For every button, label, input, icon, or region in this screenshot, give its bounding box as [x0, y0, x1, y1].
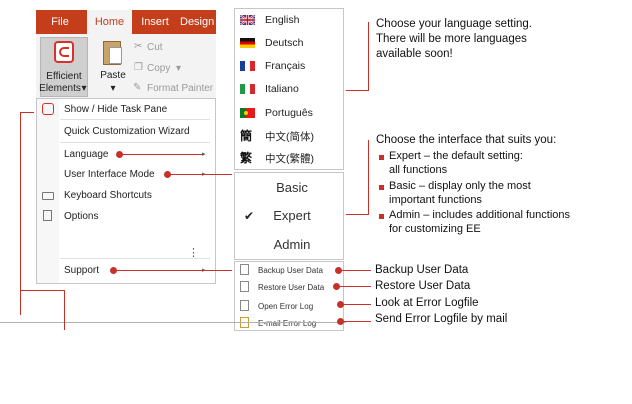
mode-option-basic[interactable]: Basic	[240, 180, 344, 195]
callout-line	[20, 290, 65, 291]
format-painter-button[interactable]: Format Painter	[147, 83, 217, 94]
support-annotation-email: Send Error Logfile by mail	[375, 313, 508, 325]
callout-line	[343, 304, 371, 305]
mode-option-expert[interactable]: Expert	[240, 208, 344, 223]
cut-button[interactable]: Cut	[147, 42, 163, 53]
menu-separator	[60, 119, 210, 120]
format-painter-icon: ✎	[133, 82, 142, 93]
bullet-icon	[379, 214, 384, 219]
support-option-restore[interactable]: Restore User Data	[258, 283, 324, 292]
tab-home[interactable]: Home	[87, 10, 132, 36]
language-option-chinese-traditional[interactable]: 中文(繁體)	[265, 151, 314, 166]
mode-annotation-expert-1: Expert – the default setting:	[389, 150, 523, 162]
ee-button-label-1: Efficient	[46, 71, 82, 82]
mode-annotation-admin-1: Admin – includes additional functions	[389, 209, 571, 221]
italy-flag-icon	[240, 84, 255, 94]
language-option-deutsch[interactable]: Deutsch	[265, 37, 304, 49]
callout-line	[368, 140, 369, 215]
support-annotation-restore: Restore User Data	[375, 280, 471, 292]
mode-annotation-basic-1: Basic – display only the most	[389, 180, 531, 192]
traditional-chinese-icon: 繁	[240, 151, 253, 165]
mode-annotation-admin-2: for customizing EE	[389, 223, 481, 235]
mode-annotation-expert-2: all functions	[389, 164, 448, 176]
bullet-icon	[379, 155, 384, 160]
paste-chevron-icon[interactable]: ▾	[108, 83, 118, 94]
callout-line	[170, 174, 232, 175]
menu-icon-strip	[37, 99, 59, 283]
language-option-english[interactable]: English	[265, 14, 299, 26]
scissors-icon: ✂	[134, 41, 143, 52]
support-option-email-error-log[interactable]: E-mail Error Log	[258, 319, 316, 328]
menu-item-show-hide-task-pane[interactable]: Show / Hide Task Pane	[64, 104, 167, 115]
callout-line	[341, 270, 371, 271]
backup-icon	[240, 264, 249, 275]
options-icon	[43, 210, 52, 221]
mode-annotation-title: Choose the interface that suits you:	[376, 134, 557, 146]
menu-separator	[60, 142, 210, 143]
callout-line	[64, 290, 65, 330]
copy-icon: ❐	[134, 62, 143, 73]
menu-item-language[interactable]: Language	[64, 149, 109, 160]
language-option-portugues[interactable]: Português	[265, 107, 313, 119]
restore-icon	[240, 281, 249, 292]
efficient-elements-logo-icon	[54, 41, 74, 63]
mode-annotation-basic-2: important functions	[389, 194, 482, 206]
task-pane-icon	[42, 103, 54, 115]
bottom-frame-line	[0, 322, 346, 323]
support-annotation-backup: Backup User Data	[375, 264, 469, 276]
tab-file[interactable]: File	[36, 10, 84, 34]
support-option-open-error-log[interactable]: Open Error Log	[258, 302, 313, 311]
language-option-francais[interactable]: Français	[265, 60, 305, 72]
language-annotation-line2: There will be more languages	[376, 33, 527, 45]
france-flag-icon	[240, 61, 255, 71]
tab-design[interactable]: Design	[180, 10, 216, 34]
callout-line	[122, 154, 202, 155]
simplified-chinese-icon: 簡	[240, 129, 253, 143]
copy-chevron-icon[interactable]: ▾	[176, 63, 181, 74]
callout-line	[368, 22, 369, 91]
callout-line	[346, 214, 368, 215]
paste-button-label[interactable]: Paste	[96, 70, 130, 81]
menu-item-user-interface-mode[interactable]: User Interface Mode	[64, 169, 155, 180]
chevron-down-icon[interactable]: ▾	[80, 83, 88, 94]
menu-item-keyboard-shortcuts[interactable]: Keyboard Shortcuts	[64, 190, 152, 201]
clipboard-icon[interactable]	[103, 41, 122, 65]
uk-flag-icon	[240, 15, 255, 25]
submenu-arrow-icon: ▸	[202, 151, 206, 158]
mode-option-admin[interactable]: Admin	[240, 237, 344, 252]
germany-flag-icon	[240, 38, 255, 48]
portugal-flag-icon	[240, 108, 255, 118]
callout-line	[339, 286, 371, 287]
menu-item-support[interactable]: Support	[64, 265, 99, 276]
callout-line	[20, 112, 21, 315]
error-log-icon	[240, 300, 249, 311]
language-option-chinese-simplified[interactable]: 中文(简体)	[265, 129, 314, 144]
keyboard-icon	[42, 192, 54, 200]
copy-button[interactable]: Copy	[147, 63, 170, 74]
ee-button-label-2: Elements	[39, 83, 81, 94]
tab-insert[interactable]: Insert	[134, 10, 176, 34]
menu-item-options[interactable]: Options	[64, 211, 98, 222]
callout-line	[116, 270, 232, 271]
callout-line	[343, 321, 371, 322]
language-annotation-line1: Choose your language setting.	[376, 18, 532, 30]
callout-line	[20, 112, 34, 113]
language-annotation-line3: available soon!	[376, 48, 453, 60]
menu-item-quick-customization-wizard[interactable]: Quick Customization Wizard	[64, 126, 190, 137]
language-option-italiano[interactable]: Italiano	[265, 83, 299, 95]
bullet-icon	[379, 185, 384, 190]
menu-separator	[60, 258, 210, 259]
support-annotation-error-log: Look at Error Logfile	[375, 297, 479, 309]
callout-line	[346, 90, 368, 91]
support-option-backup[interactable]: Backup User Data	[258, 266, 323, 275]
